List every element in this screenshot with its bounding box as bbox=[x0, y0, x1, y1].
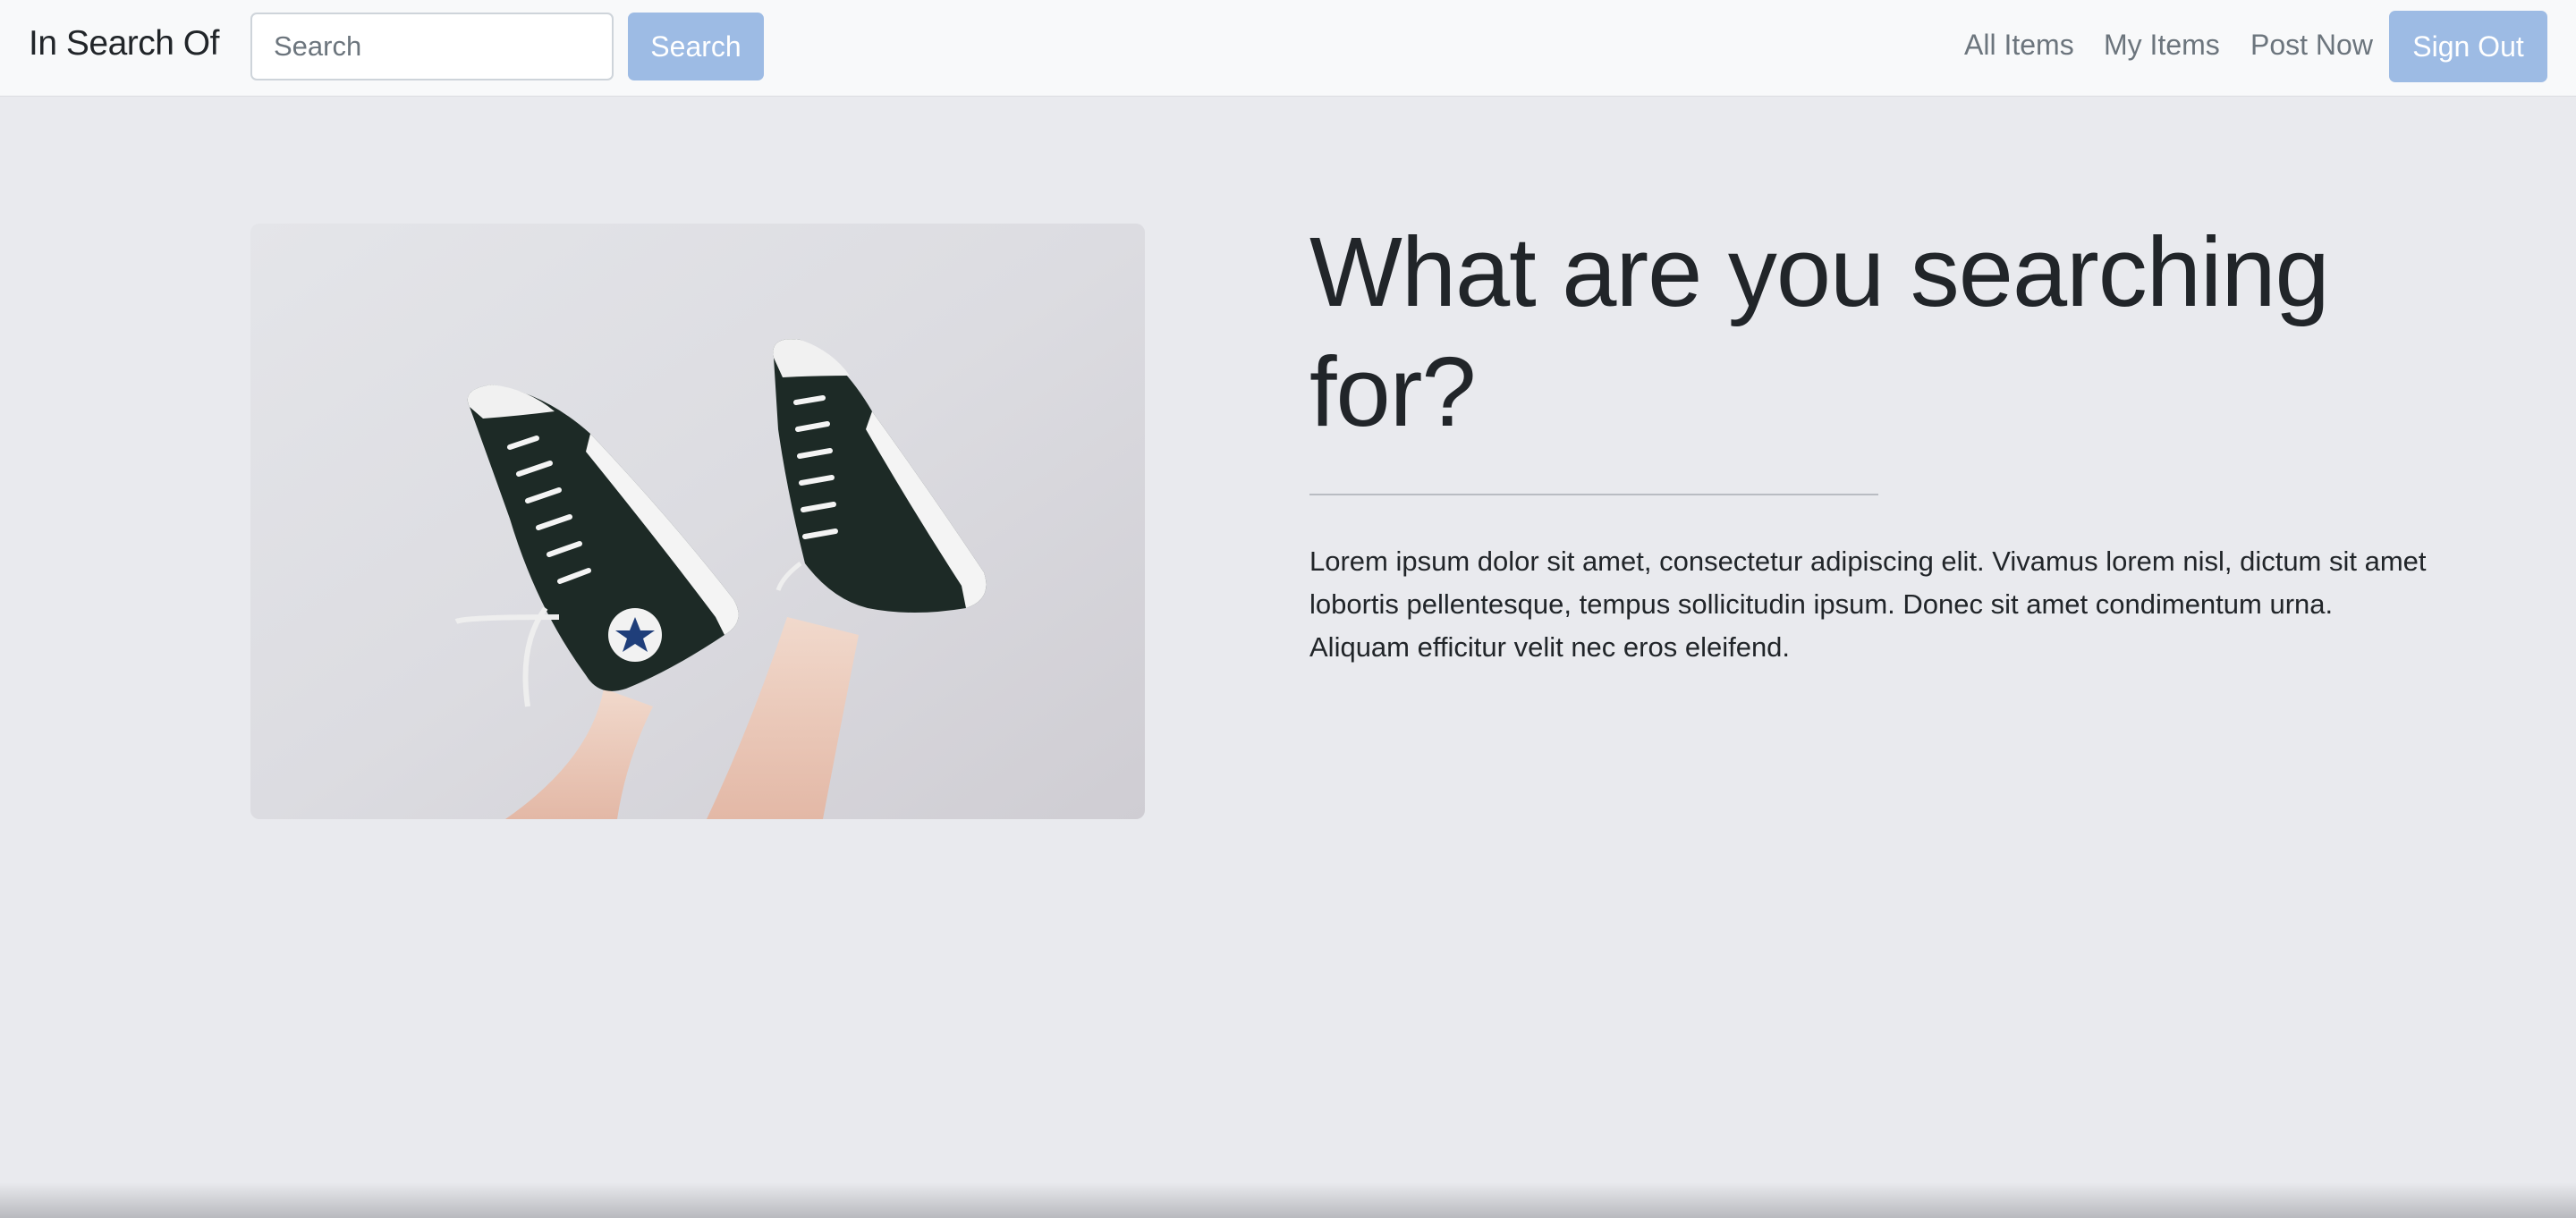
sign-out-button[interactable]: Sign Out bbox=[2389, 11, 2547, 82]
hero-image bbox=[250, 224, 1145, 819]
search-button[interactable]: Search bbox=[628, 13, 764, 80]
nav-link-post-now[interactable]: Post Now bbox=[2250, 29, 2373, 62]
hero-heading: What are you searching for? bbox=[1309, 217, 2330, 447]
nav-link-all-items[interactable]: All Items bbox=[1964, 29, 2074, 62]
top-navbar: In Search Of Search All Items My Items P… bbox=[0, 0, 2576, 97]
nav-link-my-items[interactable]: My Items bbox=[2104, 29, 2220, 62]
brand-logo[interactable]: In Search Of bbox=[29, 24, 219, 63]
divider bbox=[1309, 494, 1878, 495]
bottom-shadow bbox=[0, 1182, 2576, 1218]
search-input[interactable] bbox=[250, 13, 614, 80]
hero-paragraph: Lorem ipsum dolor sit amet, consectetur … bbox=[1309, 546, 2427, 663]
